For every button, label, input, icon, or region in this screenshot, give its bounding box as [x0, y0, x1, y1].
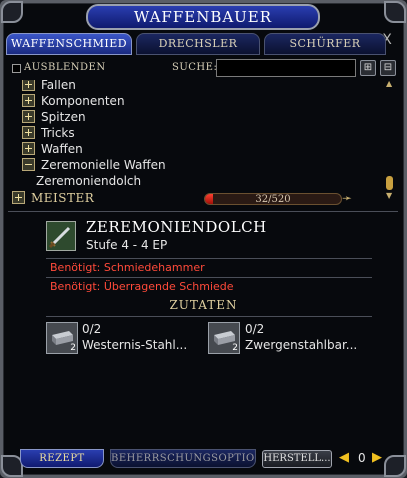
scroll-up-icon[interactable]: ▲: [386, 80, 394, 88]
tree-item-label: Waffen: [41, 142, 83, 156]
quantity-value[interactable]: 0: [358, 451, 366, 465]
tab-waffenschmied[interactable]: Waffenschmied: [6, 33, 132, 55]
ingredient-badge: 2: [232, 343, 238, 353]
tree-item-label: Zeremoniendolch: [36, 174, 142, 188]
ingredient-quantity: 0/2: [82, 322, 102, 336]
craft-button[interactable]: Herstell...: [262, 450, 332, 468]
tree-item-label: Zeremonielle Waffen: [41, 158, 166, 172]
proficiency-label-text: Meister: [31, 191, 95, 205]
tree-item-komponenten[interactable]: Komponenten: [22, 94, 125, 109]
tab-drechsler[interactable]: Drechsler: [136, 33, 260, 55]
search-label: Suche:: [172, 62, 218, 73]
proficiency-label[interactable]: Meister: [12, 191, 94, 205]
increase-quantity-icon[interactable]: ▶: [372, 450, 382, 465]
ingredient-badge: 2: [70, 343, 76, 353]
decrease-quantity-icon[interactable]: ◀: [339, 450, 349, 465]
expand-icon[interactable]: [22, 94, 35, 107]
requirement-tool: Benötigt: Schmiedehammer: [50, 261, 205, 274]
hide-label: Ausblenden: [24, 62, 106, 73]
expand-icon[interactable]: [22, 80, 35, 91]
arrow-end-icon: ➛: [342, 191, 353, 205]
expand-icon[interactable]: [22, 110, 35, 123]
recipe-tree: Fallen Komponenten Spitzen Tricks Waffen…: [12, 80, 384, 190]
tree-scrollbar[interactable]: ▲ ▼: [386, 80, 394, 200]
proficiency-progress-text: 32/520: [255, 194, 291, 205]
profession-tabs: Waffenschmied Drechsler Schürfer: [6, 33, 388, 55]
expand-icon[interactable]: [22, 142, 35, 155]
tree-item-label: Komponenten: [41, 94, 125, 108]
tab-beherrschungsoptionen[interactable]: Beherrschungsoptio...: [110, 449, 256, 468]
expand-icon[interactable]: [22, 126, 35, 139]
tab-schuerfer[interactable]: Schürfer: [264, 33, 386, 55]
ingredients-header: Zutaten: [169, 298, 238, 312]
proficiency-row: Meister 32/520 ➛: [12, 190, 396, 208]
ingredient-quantity: 0/2: [245, 322, 265, 336]
tree-item-fallen[interactable]: Fallen: [22, 80, 76, 93]
window-title[interactable]: Waffenbauer: [86, 4, 320, 30]
metal-bar-icon[interactable]: 2: [208, 322, 240, 354]
tree-item-waffen[interactable]: Waffen: [22, 142, 83, 157]
expand-all-icon[interactable]: ⊞: [360, 60, 376, 76]
tree-item-zeremoniendolch[interactable]: Zeremoniendolch: [36, 174, 141, 189]
divider: [46, 316, 372, 317]
proficiency-progress-bar: 32/520: [204, 193, 342, 205]
hide-checkbox[interactable]: [12, 64, 21, 73]
scroll-thumb[interactable]: [386, 176, 393, 190]
collapse-icon[interactable]: [22, 158, 35, 171]
frame-corner-top-left: [1, 1, 23, 23]
tree-item-label: Spitzen: [41, 110, 86, 124]
recipe-subtitle: Stufe 4 - 4 EP: [86, 238, 168, 252]
ingredient-name: Westernis-Stahl...: [82, 338, 188, 352]
dagger-icon[interactable]: [46, 221, 76, 251]
search-input[interactable]: [216, 59, 356, 77]
collapse-all-icon[interactable]: ⊟: [380, 60, 396, 76]
frame-corner-top-right: [384, 1, 406, 23]
divider: [8, 211, 398, 212]
filter-bar: Ausblenden Suche: ⊞ ⊟: [10, 59, 398, 79]
tree-item-label: Tricks: [41, 126, 75, 140]
tree-item-label: Fallen: [41, 80, 76, 92]
divider: [46, 258, 372, 259]
tree-item-tricks[interactable]: Tricks: [22, 126, 75, 141]
tree-item-zeremonielle-waffen[interactable]: Zeremonielle Waffen: [22, 158, 166, 173]
divider: [46, 277, 372, 278]
requirement-station: Benötigt: Überragende Schmiede: [50, 280, 234, 293]
recipe-title: Zeremoniendolch: [86, 218, 267, 236]
tree-item-spitzen[interactable]: Spitzen: [22, 110, 86, 125]
bottom-bar: Rezept Beherrschungsoptio... Herstell...…: [6, 447, 401, 471]
expand-icon[interactable]: [12, 191, 25, 204]
tab-rezept[interactable]: Rezept: [20, 449, 104, 468]
ingredient-name: Zwergenstahlbar...: [245, 338, 358, 352]
metal-bar-icon[interactable]: 2: [46, 322, 78, 354]
